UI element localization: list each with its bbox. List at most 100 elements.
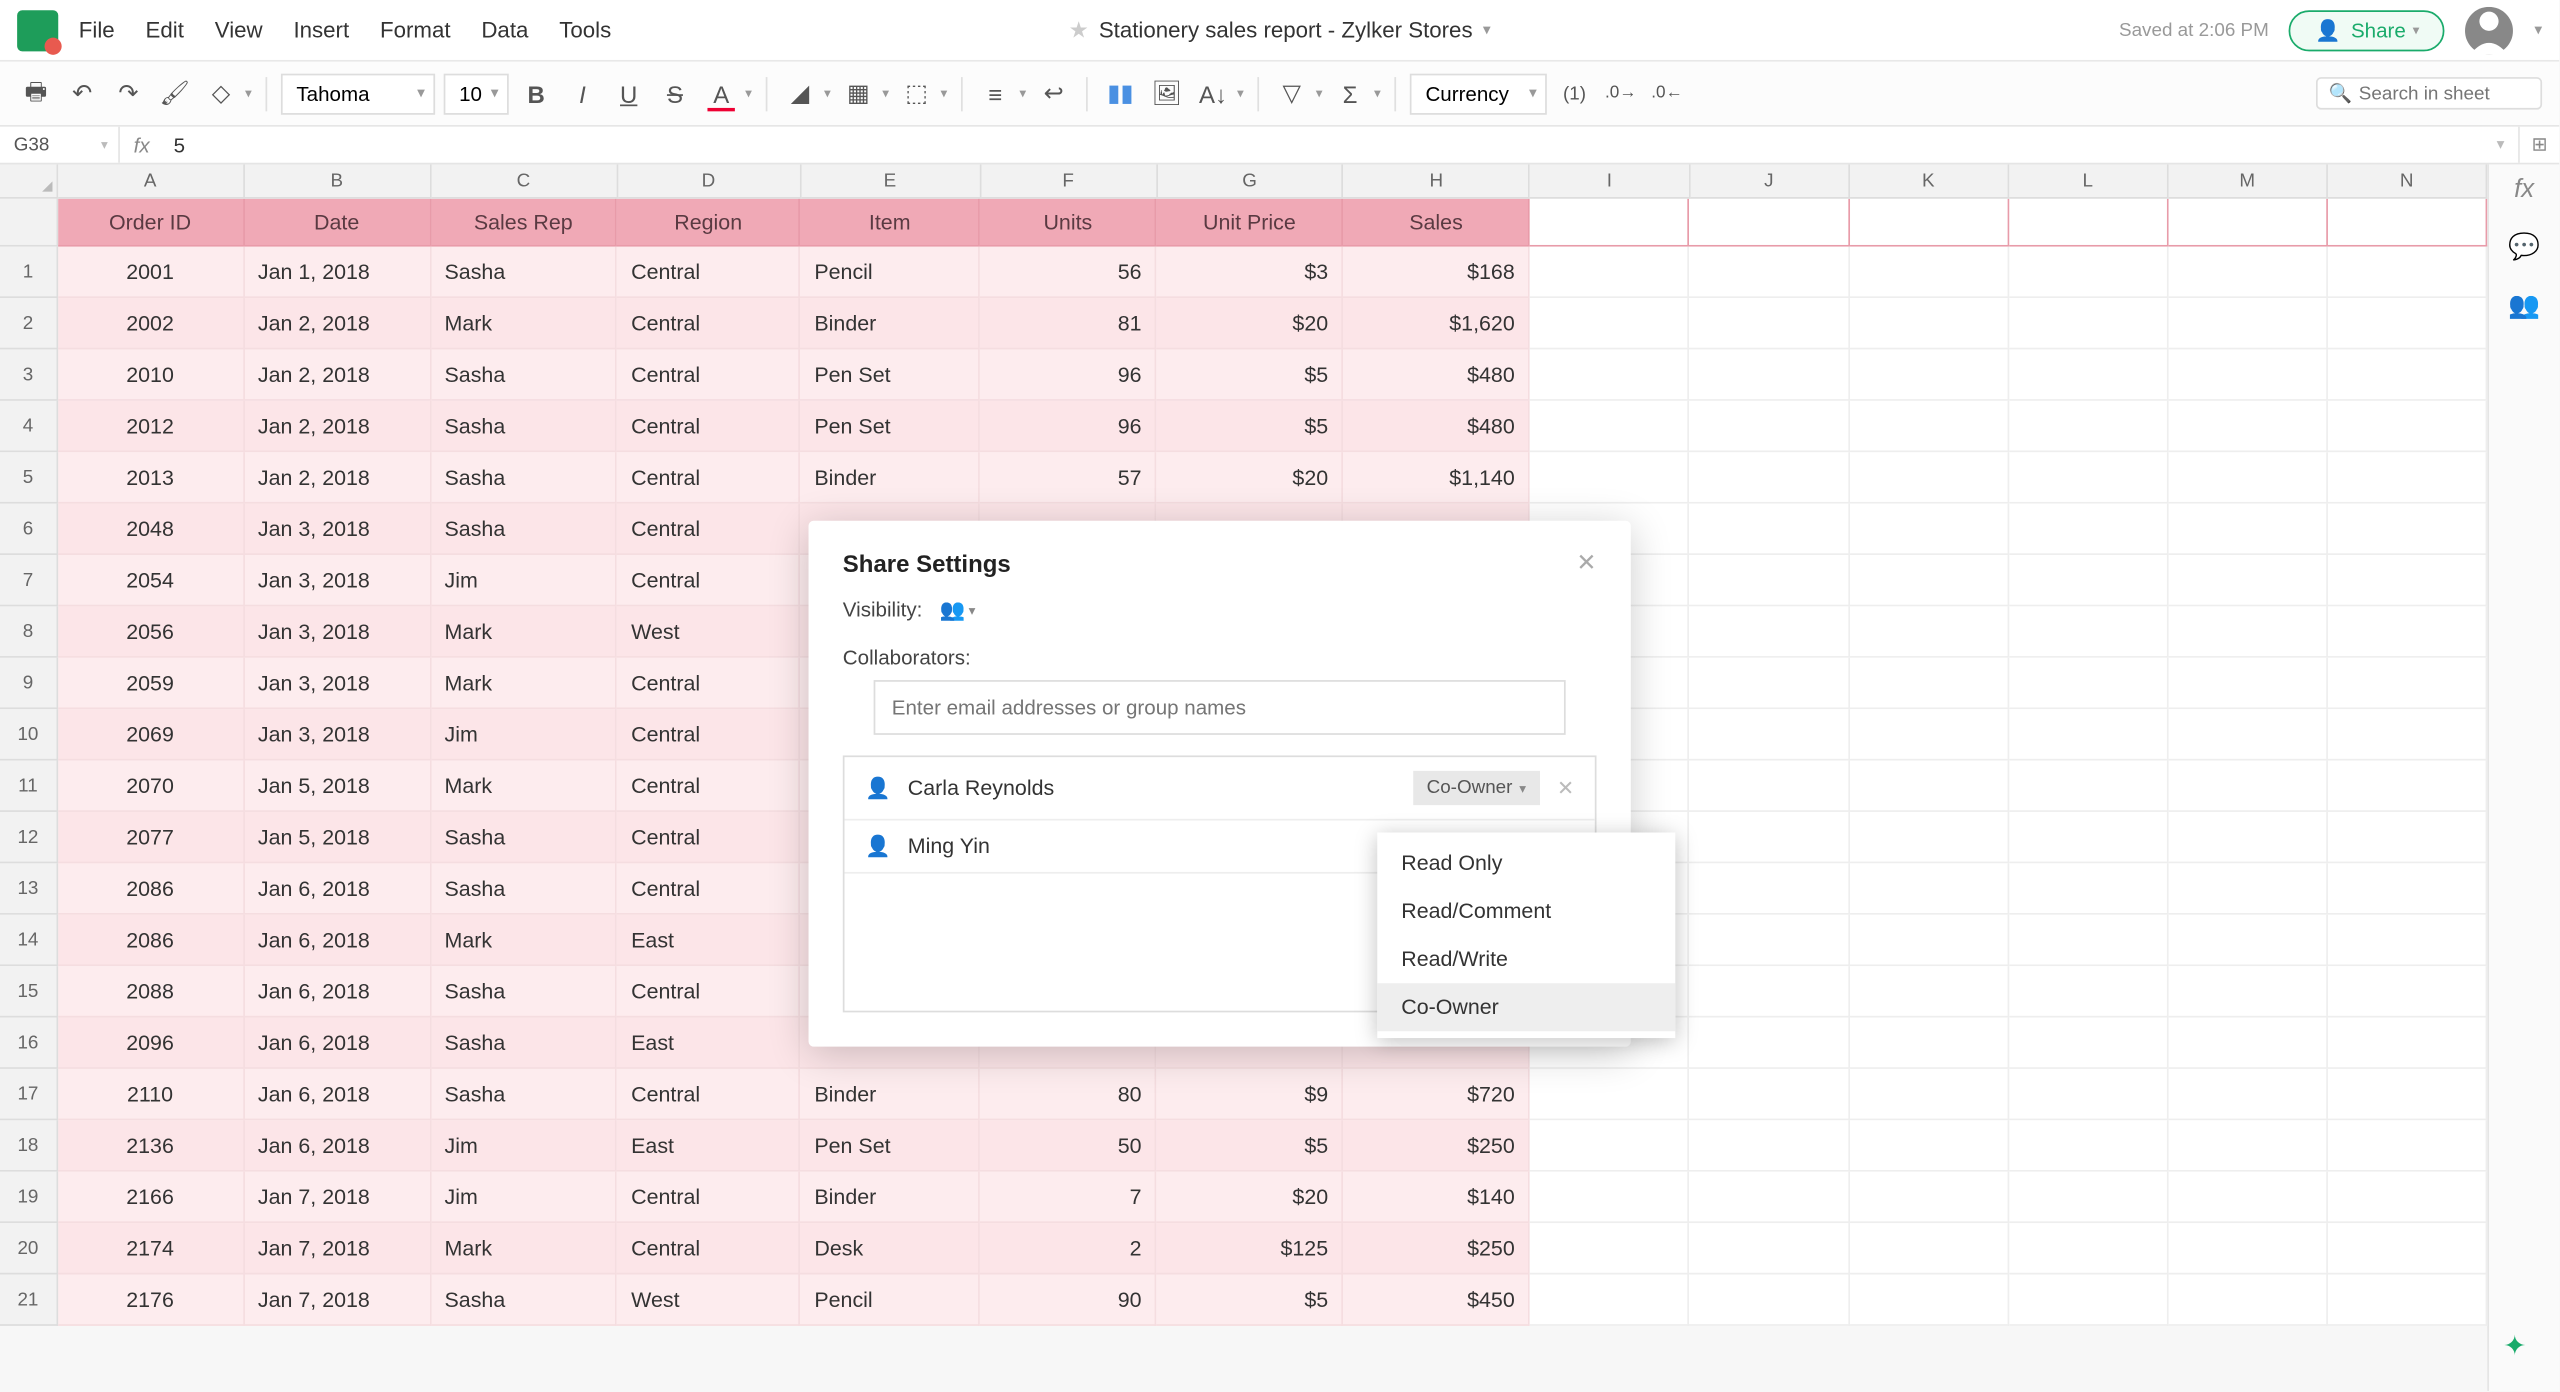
column-header[interactable]: I	[1530, 164, 1689, 198]
menu-format[interactable]: Format	[380, 17, 451, 43]
cell[interactable]: 2110	[58, 1069, 245, 1120]
redo-icon[interactable]: ↷	[110, 75, 148, 113]
cell[interactable]: Jan 2, 2018	[244, 452, 431, 503]
cell[interactable]: Jan 1, 2018	[244, 247, 431, 298]
close-icon[interactable]: ✕	[1576, 548, 1596, 577]
fill-color-icon[interactable]: ◢	[781, 75, 819, 113]
cell[interactable]: Jan 6, 2018	[244, 1069, 431, 1120]
row-header[interactable]: 8	[0, 606, 58, 657]
column-header[interactable]: H	[1344, 164, 1531, 198]
column-header[interactable]: N	[2328, 164, 2487, 198]
cell[interactable]: $20	[1157, 452, 1344, 503]
cell[interactable]: Central	[617, 247, 800, 298]
cell[interactable]: Pen Set	[801, 401, 981, 452]
menu-edit[interactable]: Edit	[146, 17, 184, 43]
filter-icon[interactable]: ▽	[1273, 75, 1311, 113]
cell[interactable]: Jan 2, 2018	[244, 401, 431, 452]
select-all-corner[interactable]: ◢	[0, 164, 58, 198]
row-header[interactable]: 1	[0, 247, 58, 298]
chevron-down-icon[interactable]: ▾	[2534, 21, 2542, 40]
cell[interactable]: 2176	[58, 1274, 245, 1325]
cell[interactable]: Sasha	[431, 349, 618, 400]
cell[interactable]: Sasha	[431, 966, 618, 1017]
people-panel-icon[interactable]: 👥	[2508, 289, 2540, 320]
cell[interactable]: Jan 6, 2018	[244, 915, 431, 966]
cell[interactable]: 2166	[58, 1172, 245, 1223]
cell[interactable]: West	[617, 1274, 800, 1325]
chevron-down-icon[interactable]: ▾	[1483, 21, 1491, 40]
fx-panel-icon[interactable]: fx	[2514, 175, 2534, 204]
cell[interactable]: Sasha	[431, 401, 618, 452]
cell[interactable]: Central	[617, 863, 800, 914]
column-header[interactable]: G	[1157, 164, 1344, 198]
cell[interactable]: Mark	[431, 298, 618, 349]
row-header[interactable]: 19	[0, 1172, 58, 1223]
user-avatar[interactable]	[2466, 6, 2514, 54]
chart-icon[interactable]: ▮▮	[1102, 75, 1140, 113]
cell[interactable]: Central	[617, 555, 800, 606]
cell[interactable]: Jan 3, 2018	[244, 606, 431, 657]
cell[interactable]: Jim	[431, 709, 618, 760]
cell[interactable]: $3	[1157, 247, 1344, 298]
italic-button[interactable]: I	[564, 75, 602, 113]
cell[interactable]: Central	[617, 709, 800, 760]
cell[interactable]: 2069	[58, 709, 245, 760]
cell[interactable]: Central	[617, 298, 800, 349]
cell[interactable]: Jim	[431, 1120, 618, 1171]
cell[interactable]: 56	[981, 247, 1157, 298]
cell[interactable]: $140	[1344, 1172, 1531, 1223]
cell[interactable]: Central	[617, 1172, 800, 1223]
row-header[interactable]: 12	[0, 812, 58, 863]
cell[interactable]: Jan 3, 2018	[244, 504, 431, 555]
cell[interactable]: $250	[1344, 1223, 1531, 1274]
cell[interactable]: $168	[1344, 247, 1531, 298]
column-header[interactable]: E	[801, 164, 981, 198]
cell[interactable]: 2013	[58, 452, 245, 503]
search-input[interactable]	[2359, 83, 2530, 104]
cell[interactable]: 96	[981, 401, 1157, 452]
cell[interactable]: East	[617, 1120, 800, 1171]
table-header-cell[interactable]: Region	[617, 199, 800, 247]
row-header[interactable]: 9	[0, 658, 58, 709]
row-header[interactable]: 3	[0, 349, 58, 400]
cell[interactable]: 57	[981, 452, 1157, 503]
cell[interactable]: $125	[1157, 1223, 1344, 1274]
cell[interactable]: $1,620	[1344, 298, 1531, 349]
cell[interactable]: Central	[617, 504, 800, 555]
cell[interactable]: Jan 3, 2018	[244, 658, 431, 709]
search-sheet[interactable]: 🔍	[2316, 77, 2542, 110]
cell[interactable]: Mark	[431, 606, 618, 657]
cell[interactable]: Jim	[431, 555, 618, 606]
menu-tools[interactable]: Tools	[559, 17, 611, 43]
cell[interactable]: Jan 5, 2018	[244, 812, 431, 863]
row-header[interactable]: 15	[0, 966, 58, 1017]
role-option[interactable]: Read Only	[1377, 839, 1675, 887]
cell[interactable]: $5	[1157, 1120, 1344, 1171]
cell[interactable]: 2070	[58, 761, 245, 812]
cell[interactable]: Jan 6, 2018	[244, 1120, 431, 1171]
cell[interactable]: $20	[1157, 1172, 1344, 1223]
cell[interactable]: 2136	[58, 1120, 245, 1171]
cell[interactable]: Central	[617, 1069, 800, 1120]
table-header-cell[interactable]: Sales Rep	[431, 199, 618, 247]
cell[interactable]: 2056	[58, 606, 245, 657]
table-header-cell[interactable]: Item	[801, 199, 981, 247]
row-header[interactable]: 11	[0, 761, 58, 812]
comment-panel-icon[interactable]: 💬	[2508, 231, 2540, 262]
wrap-icon[interactable]: ↩	[1035, 75, 1073, 113]
borders-icon[interactable]: ▦	[839, 75, 877, 113]
cell[interactable]: 2088	[58, 966, 245, 1017]
cell[interactable]: Binder	[801, 1172, 981, 1223]
cell[interactable]: $480	[1344, 401, 1531, 452]
cell[interactable]: Central	[617, 812, 800, 863]
cell[interactable]: Jan 6, 2018	[244, 966, 431, 1017]
cell[interactable]: Central	[617, 1223, 800, 1274]
sort-icon[interactable]: A↓	[1194, 75, 1232, 113]
increase-decimal-icon[interactable]: .0→	[1602, 75, 1640, 113]
image-icon[interactable]: 🖼	[1148, 75, 1186, 113]
cell[interactable]: Jan 2, 2018	[244, 349, 431, 400]
share-button[interactable]: 👤 Share ▾	[2289, 9, 2445, 50]
role-option[interactable]: Read/Write	[1377, 935, 1675, 983]
cell[interactable]: $20	[1157, 298, 1344, 349]
format-painter-icon[interactable]: 🖌	[156, 75, 194, 113]
